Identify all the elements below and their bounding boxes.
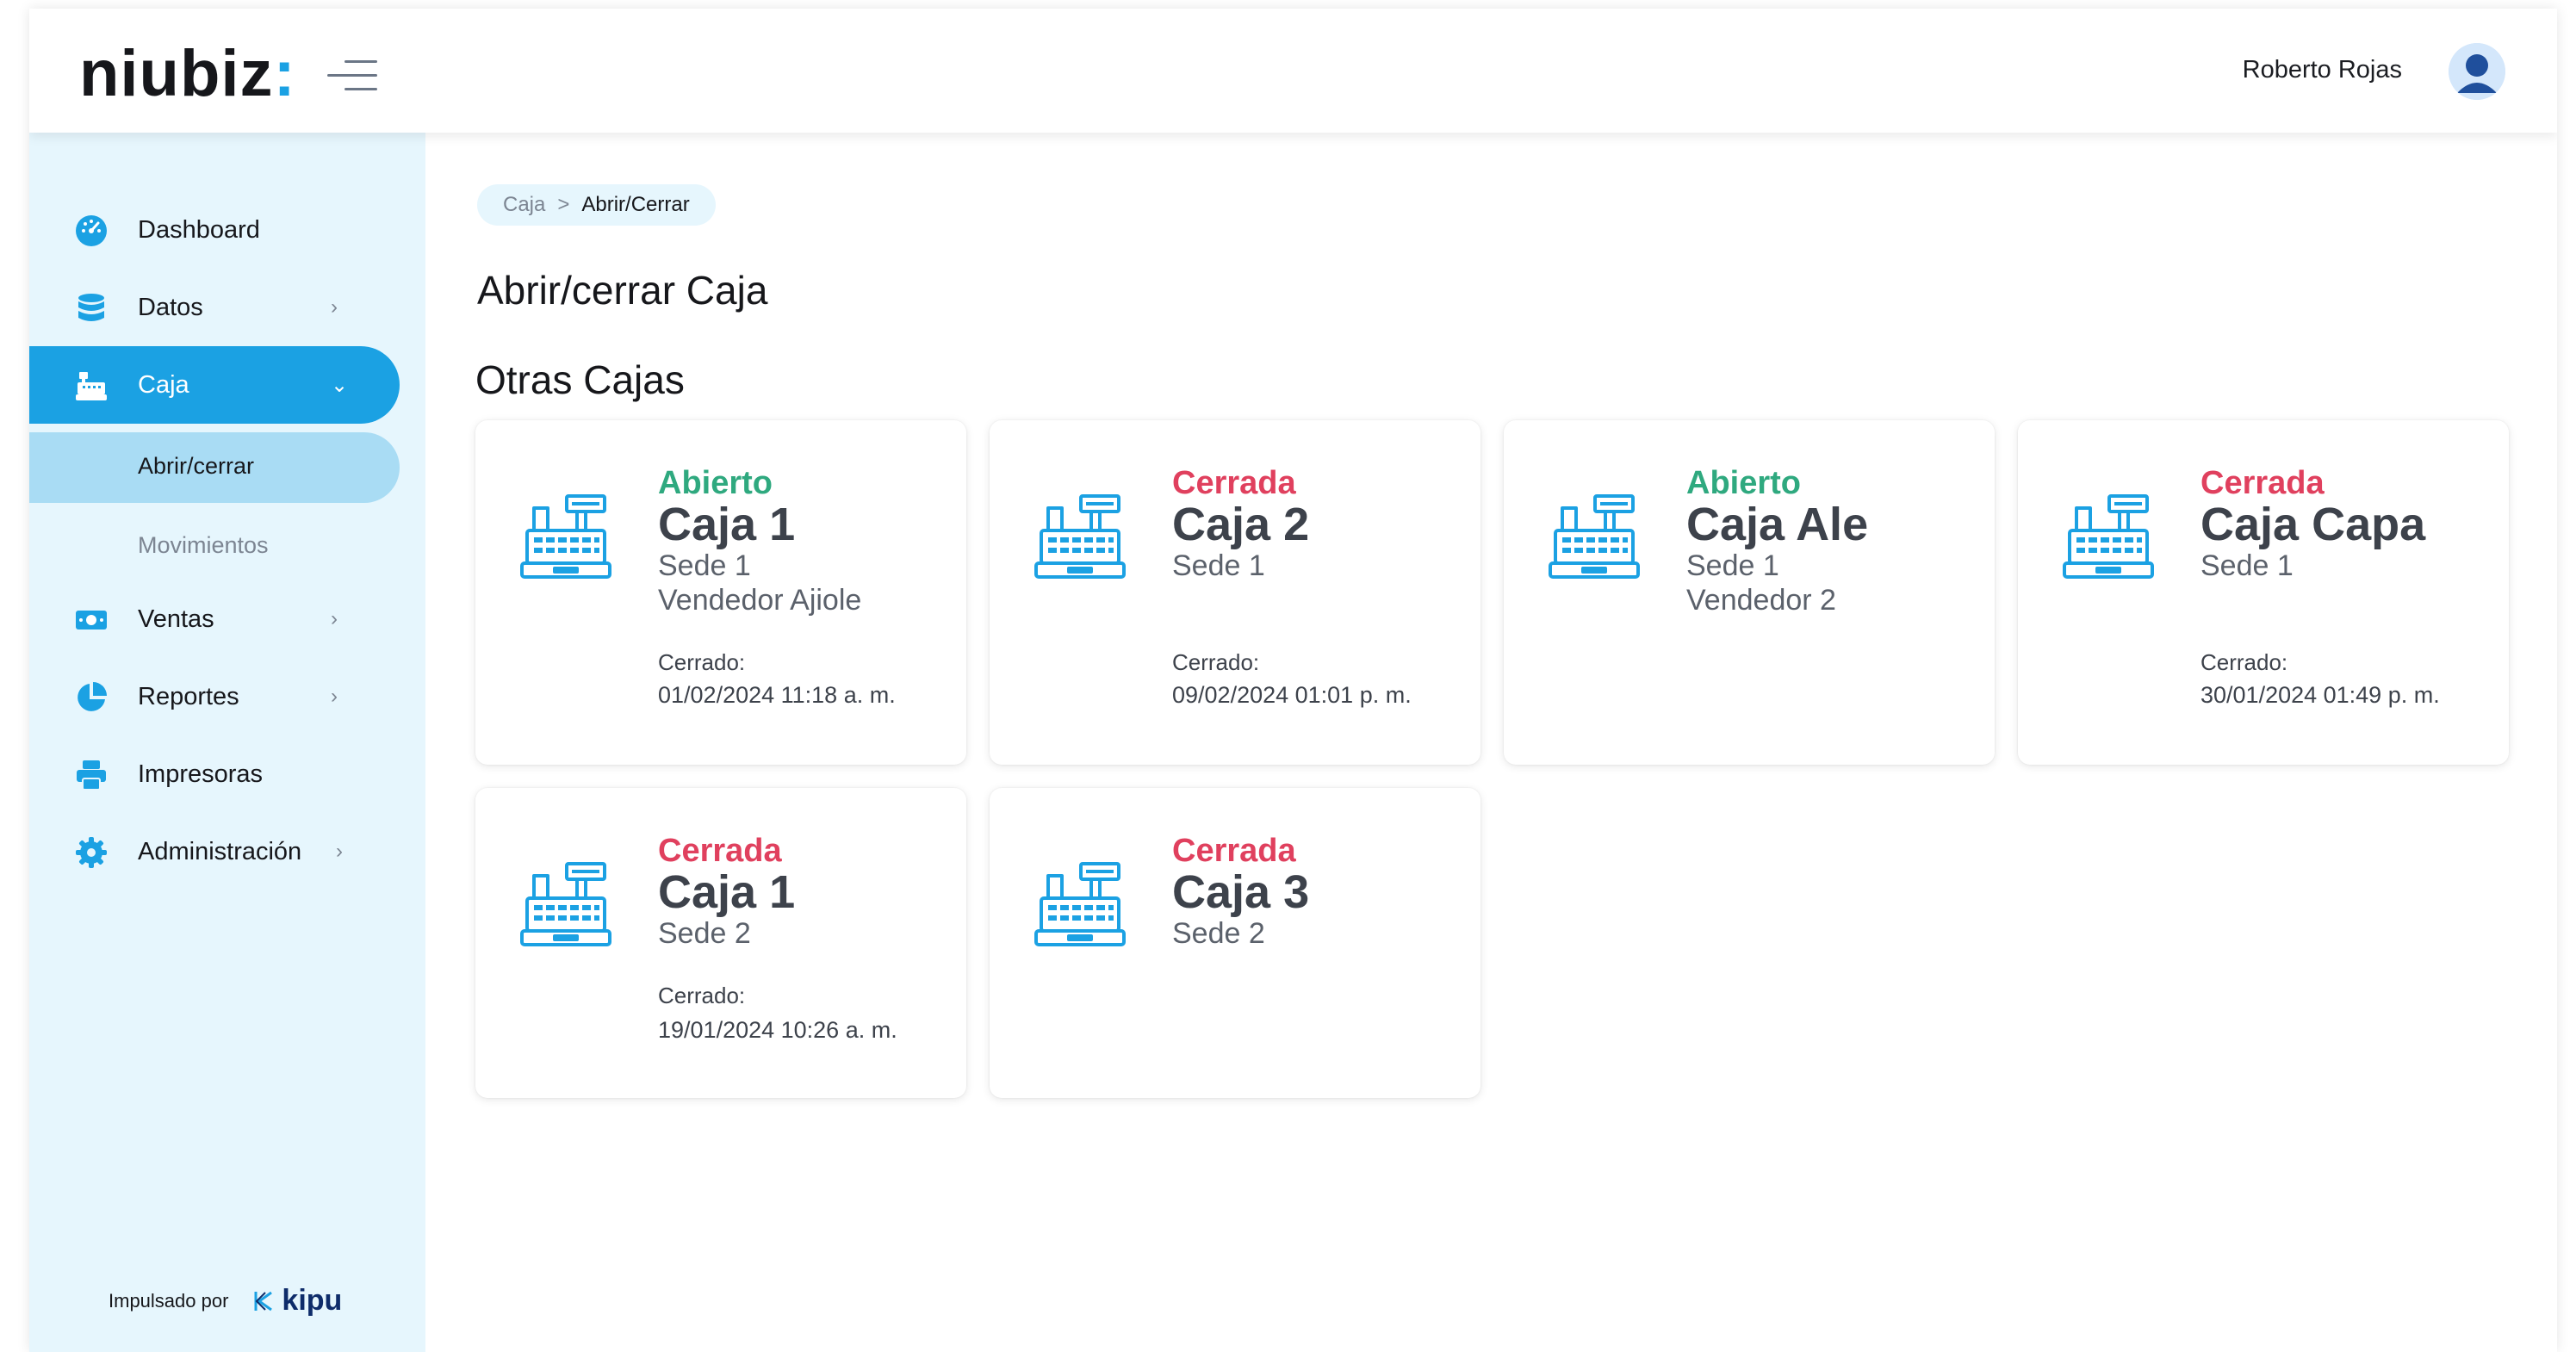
- register-sede: Sede 1: [2200, 549, 2294, 582]
- register-card[interactable]: Abierto Caja 1 Sede 1 Vendedor Ajiole Ce…: [475, 420, 966, 765]
- register-card[interactable]: Abierto Caja Ale Sede 1 Vendedor 2: [1504, 420, 1995, 765]
- register-status: Cerrada: [1172, 465, 1296, 501]
- breadcrumb-current: Abrir/Cerrar: [581, 193, 690, 216]
- register-name: Caja 1: [658, 499, 796, 550]
- sidebar-subitem-movimientos[interactable]: Movimientos: [29, 512, 400, 582]
- chevron-right-icon: ›: [336, 840, 343, 863]
- register-sede: Sede 1: [1172, 549, 1265, 582]
- top-header: niubiz: Roberto Rojas: [29, 9, 2557, 133]
- register-status: Cerrada: [658, 833, 782, 869]
- register-card[interactable]: Cerrada Caja 3 Sede 2: [990, 788, 1480, 1098]
- sidebar-item-label: Administración: [138, 837, 302, 865]
- gear-icon: [76, 837, 107, 868]
- sidebar-item-reportes[interactable]: Reportes ›: [29, 658, 400, 735]
- register-status: Cerrada: [2200, 465, 2325, 501]
- sidebar-item-label: Ventas: [138, 605, 214, 633]
- register-closed-date: 01/02/2024 11:18 a. m.: [658, 682, 896, 708]
- register-card[interactable]: Cerrada Caja 1 Sede 2 Cerrado: 19/01/202…: [475, 788, 966, 1098]
- powered-by-label: Impulsado por: [109, 1289, 229, 1312]
- powered-by: Impulsado por kipu: [109, 1284, 342, 1318]
- logo-text: niubiz: [79, 37, 274, 110]
- sidebar-item-label: Reportes: [138, 682, 239, 710]
- sidebar-subitem-abrir-cerrar[interactable]: Abrir/cerrar: [29, 432, 400, 503]
- register-card[interactable]: Cerrada Caja 2 Sede 1 Cerrado: 09/02/202…: [990, 420, 1480, 765]
- menu-toggle-icon[interactable]: [327, 59, 377, 93]
- register-sede: Sede 2: [1172, 917, 1265, 950]
- app-window: niubiz: Roberto Rojas Dashboard Datos › …: [29, 9, 2557, 1352]
- page-title: Abrir/cerrar Caja: [477, 268, 768, 313]
- sidebar-item-administracion[interactable]: Administración ›: [29, 813, 400, 890]
- register-sede: Sede 2: [658, 917, 751, 950]
- kipu-logo[interactable]: kipu: [252, 1284, 342, 1318]
- cash-register-icon: [1034, 862, 1126, 946]
- cash-register-icon: [2063, 494, 2154, 579]
- register-closed-date: 09/02/2024 01:01 p. m.: [1172, 682, 1412, 708]
- cash-register-icon: [520, 862, 611, 946]
- register-icon: [76, 372, 107, 400]
- register-vendor: Vendedor 2: [1686, 584, 1836, 617]
- register-closed-label: Cerrado:: [2200, 649, 2288, 675]
- breadcrumb-separator: >: [557, 193, 570, 216]
- sidebar-item-caja[interactable]: Caja ⌄: [29, 346, 400, 424]
- register-card[interactable]: Cerrada Caja Capa Sede 1 Cerrado: 30/01/…: [2018, 420, 2509, 765]
- register-name: Caja Ale: [1686, 499, 1869, 550]
- cash-register-icon: [1549, 494, 1640, 579]
- niubiz-logo[interactable]: niubiz:: [79, 33, 296, 115]
- register-name: Caja Capa: [2200, 499, 2426, 550]
- breadcrumb-link-caja[interactable]: Caja: [503, 193, 545, 217]
- sidebar-item-impresoras[interactable]: Impresoras: [29, 735, 400, 813]
- register-vendor: Vendedor Ajiole: [658, 584, 862, 617]
- sidebar-subitem-label: Movimientos: [138, 532, 269, 558]
- register-name: Caja 2: [1172, 499, 1310, 550]
- kipu-brand-text: kipu: [282, 1284, 343, 1317]
- dashboard-icon: [76, 215, 107, 246]
- kipu-icon: [254, 1291, 273, 1311]
- pie-chart-icon: [78, 682, 107, 711]
- register-closed-label: Cerrado:: [658, 983, 746, 1008]
- sidebar-subitem-label: Abrir/cerrar: [138, 453, 255, 479]
- register-closed-date: 30/01/2024 01:49 p. m.: [2200, 682, 2440, 708]
- section-title: Otras Cajas: [475, 357, 685, 402]
- sidebar-item-label: Datos: [138, 293, 203, 321]
- register-closed-date: 19/01/2024 10:26 a. m.: [658, 1017, 897, 1043]
- sidebar-item-datos[interactable]: Datos ›: [29, 269, 400, 346]
- sidebar-item-label: Caja: [138, 370, 189, 399]
- chevron-down-icon: ⌄: [331, 373, 349, 397]
- cash-register-icon: [520, 494, 611, 579]
- register-sede: Sede 1: [1686, 549, 1779, 582]
- sidebar-item-label: Dashboard: [138, 215, 260, 244]
- cash-register-icon: [1034, 494, 1126, 579]
- sidebar: Dashboard Datos › Caja ⌄ Abrir/cerrar Mo…: [29, 133, 425, 1352]
- register-name: Caja 1: [658, 866, 796, 918]
- user-name[interactable]: Roberto Rojas: [2243, 56, 2402, 84]
- register-status: Abierto: [658, 465, 773, 501]
- register-status: Abierto: [1686, 465, 1801, 501]
- register-status: Cerrada: [1172, 833, 1296, 869]
- money-icon: [76, 611, 107, 629]
- user-avatar[interactable]: [2449, 43, 2505, 100]
- chevron-right-icon: ›: [331, 607, 338, 630]
- register-closed-label: Cerrado:: [1172, 649, 1260, 675]
- sidebar-item-ventas[interactable]: Ventas ›: [29, 580, 400, 658]
- printer-icon: [77, 760, 106, 791]
- register-sede: Sede 1: [658, 549, 751, 582]
- breadcrumb: Caja > Abrir/Cerrar: [477, 184, 716, 226]
- logo-colon: :: [273, 37, 296, 110]
- register-name: Caja 3: [1172, 866, 1310, 918]
- register-closed-label: Cerrado:: [658, 649, 746, 675]
- chevron-right-icon: ›: [331, 295, 338, 319]
- chevron-right-icon: ›: [331, 685, 338, 708]
- database-icon: [78, 294, 104, 321]
- sidebar-item-dashboard[interactable]: Dashboard: [29, 191, 400, 269]
- sidebar-item-label: Impresoras: [138, 760, 264, 788]
